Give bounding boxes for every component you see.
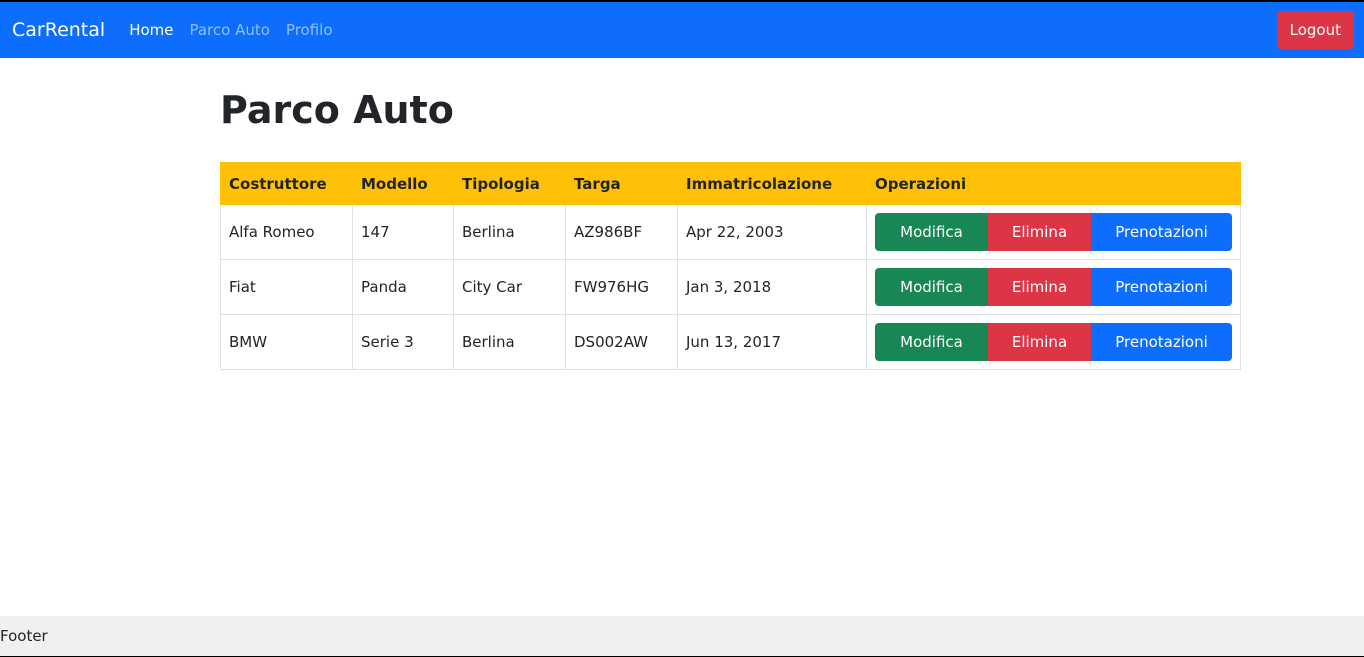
bookings-button[interactable]: Prenotazioni <box>1091 323 1232 361</box>
cell-tipologia: Berlina <box>453 204 566 260</box>
table-row: Alfa Romeo 147 Berlina AZ986BF Apr 22, 2… <box>220 204 1241 260</box>
header-targa: Targa <box>565 162 678 205</box>
nav-link-profilo[interactable]: Profilo <box>286 21 333 39</box>
delete-button[interactable]: Elimina <box>988 268 1091 306</box>
main-content: Parco Auto Costruttore Modello Tipologia… <box>220 58 1241 370</box>
cell-costruttore: BMW <box>220 314 353 370</box>
cell-targa: DS002AW <box>565 314 678 370</box>
table-header-row: Costruttore Modello Tipologia Targa Imma… <box>220 162 1241 205</box>
cell-operazioni: Modifica Elimina Prenotazioni <box>866 314 1241 370</box>
cell-immatricolazione: Jun 13, 2017 <box>677 314 867 370</box>
cell-immatricolazione: Jan 3, 2018 <box>677 259 867 315</box>
navbar: CarRental Home Parco Auto Profilo Logout <box>0 2 1364 58</box>
header-costruttore: Costruttore <box>220 162 353 205</box>
header-operazioni: Operazioni <box>866 162 1241 205</box>
logout-button[interactable]: Logout <box>1276 11 1354 49</box>
table-row: Fiat Panda City Car FW976HG Jan 3, 2018 … <box>220 259 1241 315</box>
cell-operazioni: Modifica Elimina Prenotazioni <box>866 204 1241 260</box>
footer-text: Footer <box>0 627 48 645</box>
header-immatricolazione: Immatricolazione <box>677 162 867 205</box>
cell-tipologia: Berlina <box>453 314 566 370</box>
cell-modello: Panda <box>352 259 454 315</box>
bookings-button[interactable]: Prenotazioni <box>1091 268 1232 306</box>
cars-table: Costruttore Modello Tipologia Targa Imma… <box>220 162 1241 370</box>
bookings-button[interactable]: Prenotazioni <box>1091 213 1232 251</box>
nav-link-home[interactable]: Home <box>129 21 173 39</box>
cell-operazioni: Modifica Elimina Prenotazioni <box>866 259 1241 315</box>
cell-costruttore: Fiat <box>220 259 353 315</box>
cell-tipologia: City Car <box>453 259 566 315</box>
actions-group: Modifica Elimina Prenotazioni <box>875 213 1232 251</box>
cell-costruttore: Alfa Romeo <box>220 204 353 260</box>
cell-targa: AZ986BF <box>565 204 678 260</box>
delete-button[interactable]: Elimina <box>988 213 1091 251</box>
page-title: Parco Auto <box>220 88 454 132</box>
header-modello: Modello <box>352 162 454 205</box>
cell-modello: Serie 3 <box>352 314 454 370</box>
actions-group: Modifica Elimina Prenotazioni <box>875 268 1232 306</box>
edit-button[interactable]: Modifica <box>875 213 988 251</box>
cell-immatricolazione: Apr 22, 2003 <box>677 204 867 260</box>
footer: Footer <box>0 616 1364 657</box>
actions-group: Modifica Elimina Prenotazioni <box>875 323 1232 361</box>
cell-targa: FW976HG <box>565 259 678 315</box>
table-row: BMW Serie 3 Berlina DS002AW Jun 13, 2017… <box>220 314 1241 370</box>
edit-button[interactable]: Modifica <box>875 268 988 306</box>
nav-link-parco-auto[interactable]: Parco Auto <box>189 21 269 39</box>
delete-button[interactable]: Elimina <box>988 323 1091 361</box>
edit-button[interactable]: Modifica <box>875 323 988 361</box>
header-tipologia: Tipologia <box>453 162 566 205</box>
cell-modello: 147 <box>352 204 454 260</box>
brand-link[interactable]: CarRental <box>12 19 105 41</box>
